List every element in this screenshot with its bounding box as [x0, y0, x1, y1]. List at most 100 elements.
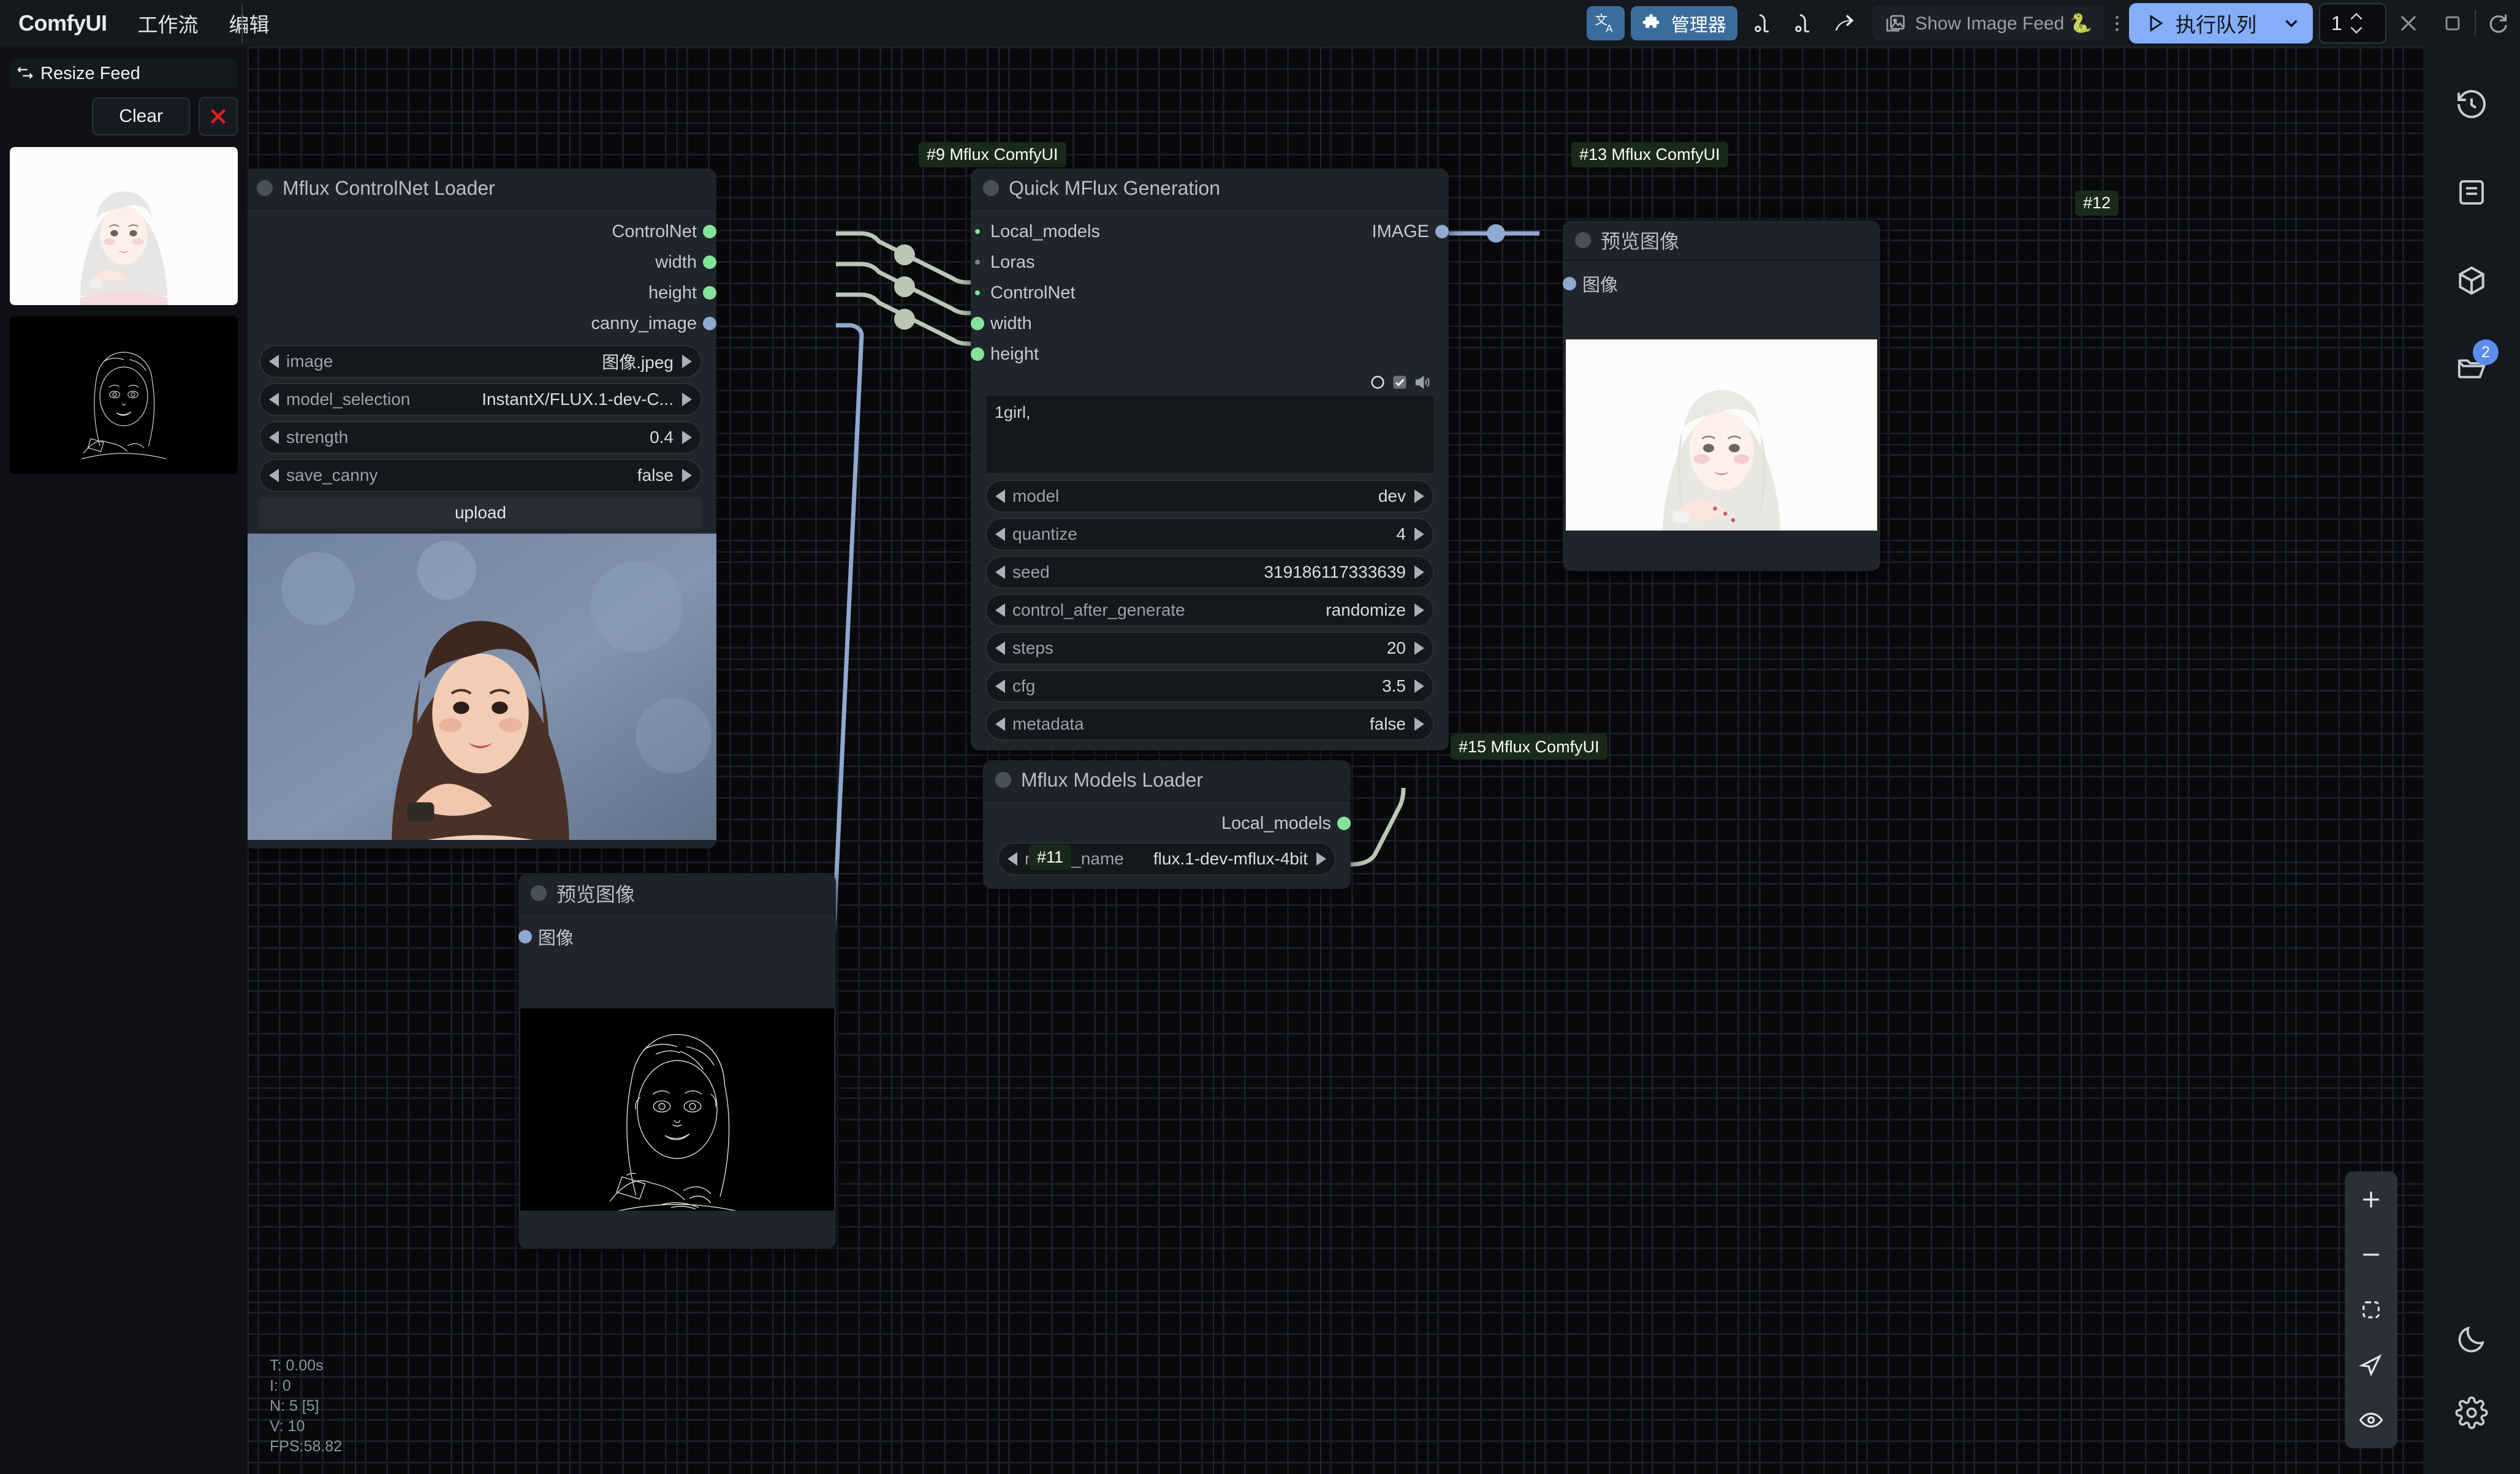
increment-arrow-icon[interactable]: [1414, 717, 1424, 731]
settings-button[interactable]: [2441, 1382, 2502, 1443]
increment-arrow-icon[interactable]: [682, 355, 692, 368]
output-height[interactable]: height: [248, 278, 716, 308]
close-feed-button[interactable]: [199, 97, 238, 136]
node-collapse-dot[interactable]: [257, 180, 273, 196]
output-width[interactable]: width: [248, 247, 716, 278]
upload-button[interactable]: upload: [259, 497, 702, 529]
increment-arrow-icon[interactable]: [682, 393, 692, 406]
circle-o-icon[interactable]: [1369, 374, 1386, 391]
menu-workflow[interactable]: 工作流: [138, 9, 199, 38]
decrement-arrow-icon[interactable]: [995, 603, 1005, 617]
resize-feed-button[interactable]: Resize Feed: [10, 59, 238, 88]
decrement-arrow-icon[interactable]: [995, 717, 1005, 731]
node-quick-mflux-generation[interactable]: Quick MFlux Generation Local_models IMAG…: [971, 168, 1449, 750]
input-local-models-row[interactable]: Local_models IMAGE: [971, 216, 1449, 247]
batch-spinner[interactable]: [2348, 12, 2364, 35]
workflows-folder-button[interactable]: 2: [2441, 338, 2502, 399]
increment-arrow-icon[interactable]: [1414, 565, 1424, 579]
chevron-down-icon[interactable]: [2348, 25, 2364, 35]
input-width[interactable]: width: [971, 308, 1449, 339]
speaker-icon[interactable]: [1413, 373, 1432, 391]
batch-count-stepper[interactable]: 1: [2319, 3, 2386, 43]
increment-arrow-icon[interactable]: [682, 431, 692, 444]
decrement-arrow-icon[interactable]: [995, 679, 1005, 693]
decrement-arrow-icon[interactable]: [269, 469, 279, 482]
widget-save-canny[interactable]: save_canny false: [259, 459, 702, 492]
increment-arrow-icon[interactable]: [1414, 527, 1424, 541]
clear-feed-button[interactable]: Clear: [92, 97, 190, 135]
widget-image[interactable]: image 图像.jpeg: [259, 345, 702, 378]
checkbox-checked-icon[interactable]: [1391, 374, 1408, 391]
queue-history-button[interactable]: [2441, 74, 2502, 135]
vacuum-button-2[interactable]: [1783, 6, 1823, 40]
widget-model-selection[interactable]: model_selection InstantX/FLUX.1-dev-C...: [259, 383, 702, 416]
node-header[interactable]: Mflux ControlNet Loader: [248, 168, 716, 209]
widget-strength[interactable]: strength 0.4: [259, 421, 702, 454]
decrement-arrow-icon[interactable]: [995, 527, 1005, 541]
toolbar-overflow-menu[interactable]: [2104, 6, 2129, 40]
refresh-button[interactable]: [2476, 0, 2520, 47]
output-port-dot[interactable]: [703, 255, 716, 269]
increment-arrow-icon[interactable]: [1414, 603, 1424, 617]
show-image-feed-button[interactable]: Show Image Feed 🐍: [1872, 6, 2104, 40]
node-header[interactable]: 预览图像: [518, 874, 836, 914]
input-controlnet[interactable]: ControlNet: [971, 278, 1449, 308]
node-header[interactable]: Quick MFlux Generation: [971, 168, 1449, 209]
decrement-arrow-icon[interactable]: [269, 393, 279, 406]
output-port-dot-image[interactable]: [1435, 225, 1449, 238]
widget-quantize[interactable]: quantize 4: [985, 518, 1434, 551]
input-loras[interactable]: Loras: [971, 247, 1449, 278]
increment-arrow-icon[interactable]: [1414, 641, 1424, 655]
clear-queue-button[interactable]: [2386, 0, 2431, 47]
node-collapse-dot[interactable]: [995, 772, 1011, 788]
input-port-dot[interactable]: [971, 347, 984, 361]
zoom-in-button[interactable]: [2353, 1181, 2389, 1218]
decrement-arrow-icon[interactable]: [995, 641, 1005, 655]
increment-arrow-icon[interactable]: [1414, 679, 1424, 693]
node-header[interactable]: Mflux Models Loader: [983, 760, 1351, 801]
theme-toggle-button[interactable]: [2441, 1309, 2502, 1370]
decrement-arrow-icon[interactable]: [1008, 852, 1017, 866]
widget-metadata[interactable]: metadata false: [985, 708, 1434, 741]
prompt-textarea[interactable]: 1girl,: [985, 395, 1434, 474]
input-port-dot[interactable]: [971, 286, 984, 300]
decrement-arrow-icon[interactable]: [995, 565, 1005, 579]
input-image[interactable]: 图像: [518, 921, 836, 952]
input-port-dot[interactable]: [971, 255, 984, 269]
input-image[interactable]: 图像: [1563, 268, 1880, 299]
widget-seed[interactable]: seed 319186117333639: [985, 556, 1434, 589]
node-preview-image-right[interactable]: 预览图像 图像: [1563, 221, 1880, 571]
pan-tool-button[interactable]: [2353, 1347, 2389, 1383]
share-button[interactable]: [1823, 6, 1864, 40]
node-collapse-dot[interactable]: [531, 885, 547, 901]
input-port-dot[interactable]: [518, 930, 532, 943]
manager-button[interactable]: 管理器: [1630, 6, 1737, 40]
input-port-dot[interactable]: [971, 225, 984, 238]
source-portrait-preview[interactable]: [248, 534, 716, 840]
chevron-up-icon[interactable]: [2348, 12, 2364, 21]
feed-thumb-generated-portrait[interactable]: [10, 147, 238, 305]
canny-edge-preview[interactable]: [518, 1008, 836, 1211]
decrement-arrow-icon[interactable]: [269, 431, 279, 444]
run-queue-button[interactable]: 执行队列: [2129, 3, 2270, 43]
stop-button[interactable]: [2431, 0, 2475, 47]
node-library-button[interactable]: [2441, 162, 2502, 223]
toggle-links-button[interactable]: [2353, 1402, 2389, 1438]
node-mflux-controlnet-loader[interactable]: Mflux ControlNet Loader ControlNet width…: [248, 168, 716, 848]
translate-button[interactable]: 文 A: [1586, 6, 1625, 40]
model-library-button[interactable]: [2441, 250, 2502, 311]
menu-edit[interactable]: 编辑: [229, 9, 270, 38]
node-preview-image-bottom[interactable]: 预览图像 图像: [518, 874, 836, 1249]
increment-arrow-icon[interactable]: [1414, 489, 1424, 503]
input-port-dot[interactable]: [971, 317, 984, 330]
widget-control-after-generate[interactable]: control_after_generate randomize: [985, 594, 1434, 627]
run-queue-dropdown[interactable]: [2270, 3, 2313, 43]
node-collapse-dot[interactable]: [1575, 232, 1591, 248]
output-canny-image[interactable]: canny_image: [248, 308, 716, 339]
output-port-dot[interactable]: [703, 225, 716, 238]
decrement-arrow-icon[interactable]: [995, 489, 1005, 503]
input-height[interactable]: height: [971, 339, 1449, 369]
widget-steps[interactable]: steps 20: [985, 632, 1434, 665]
output-port-dot[interactable]: [1337, 817, 1351, 830]
widget-model[interactable]: model dev: [985, 480, 1434, 513]
